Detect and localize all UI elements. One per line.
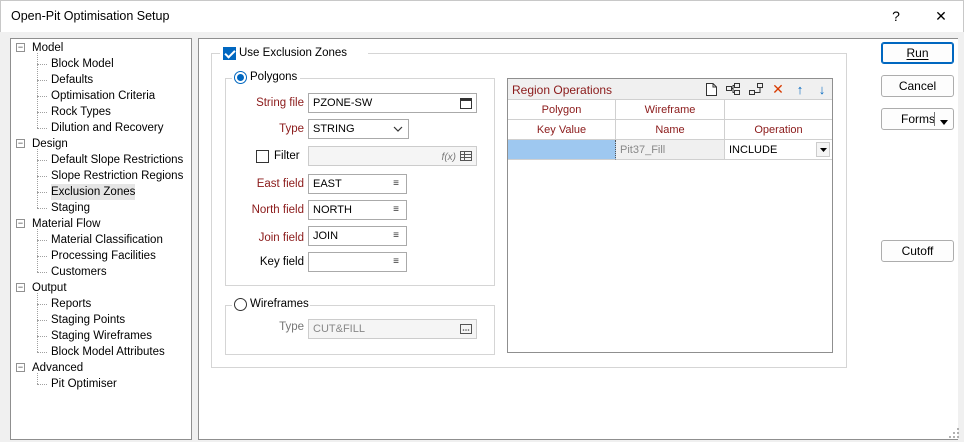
polygons-label: Polygons <box>250 71 298 83</box>
tree-item-label: Slope Restriction Regions <box>51 170 184 182</box>
key-field-label: Key field <box>259 256 304 268</box>
east-field-value: EAST <box>313 178 342 190</box>
collapse-group-icon[interactable]: − <box>16 43 25 52</box>
run-label: Run <box>906 46 929 60</box>
region-operations-title: Region Operations <box>512 83 613 97</box>
dropdown-arrow-icon[interactable] <box>816 142 830 157</box>
table-icon[interactable] <box>459 149 473 163</box>
filter-input[interactable]: f(x) <box>308 146 477 166</box>
type-label: Type <box>279 123 304 135</box>
cancel-label: Cancel <box>898 79 937 93</box>
cell-key-value[interactable] <box>508 140 616 160</box>
tree-item-label: Dilution and Recovery <box>51 122 164 134</box>
forms-dropdown-icon[interactable] <box>940 114 948 128</box>
type-value: STRING <box>313 123 355 135</box>
tree-item-label: Reports <box>51 298 92 310</box>
use-exclusion-zones-checkbox[interactable] <box>223 47 236 60</box>
tree-item-label: Staging Points <box>51 314 126 326</box>
move-up-icon[interactable]: ↑ <box>793 82 807 97</box>
tree-item-label: Customers <box>51 266 107 278</box>
tree-item-label: Processing Facilities <box>51 250 156 262</box>
join-field-label: Join field <box>258 232 304 244</box>
append-row-icon[interactable] <box>749 82 763 96</box>
header-polygon: Polygon <box>508 100 616 120</box>
filter-label: Filter <box>274 150 300 162</box>
cell-name[interactable]: Pit37_Fill <box>616 140 725 160</box>
tree-item-label: Optimisation Criteria <box>51 90 156 102</box>
wireframe-type-value: CUT&FILL <box>313 323 365 335</box>
tree-item-label: Block Model <box>51 58 114 70</box>
new-row-icon[interactable] <box>704 82 718 96</box>
tree-item-label: Material Classification <box>51 234 163 246</box>
cutoff-button[interactable]: Cutoff <box>881 240 954 262</box>
collapse-group-icon[interactable]: − <box>16 139 25 148</box>
ellipsis-icon[interactable] <box>459 322 473 336</box>
forms-button[interactable]: Forms <box>881 108 954 130</box>
navigation-tree: − Model Block Model Defaults Optimisation Cr… <box>10 38 192 440</box>
forms-label: Forms <box>901 112 935 126</box>
resize-grip-icon[interactable] <box>948 427 960 439</box>
header-wireframe: Wireframe <box>616 100 725 120</box>
tree-item-label: Default Slope Restrictions <box>51 154 184 166</box>
browse-file-icon[interactable] <box>459 96 473 110</box>
join-field-input[interactable]: JOIN ≡ <box>308 226 407 246</box>
chevron-down-icon <box>391 122 405 136</box>
window-title: Open-Pit Optimisation Setup <box>11 9 170 23</box>
use-exclusion-zones-label: Use Exclusion Zones <box>239 47 348 59</box>
north-field-input[interactable]: NORTH ≡ <box>308 200 407 220</box>
key-field-input[interactable]: ≡ <box>308 252 407 272</box>
east-field-label: East field <box>256 178 304 190</box>
collapse-group-icon[interactable]: − <box>16 283 25 292</box>
move-down-icon[interactable]: ↓ <box>815 82 829 97</box>
east-field-input[interactable]: EAST ≡ <box>308 174 407 194</box>
filter-checkbox[interactable] <box>256 150 269 163</box>
north-field-label: North field <box>251 204 304 216</box>
field-list-icon[interactable]: ≡ <box>389 255 403 269</box>
join-field-value: JOIN <box>313 230 339 242</box>
string-file-input[interactable]: PZONE-SW <box>308 93 477 113</box>
header-name: Name <box>616 120 725 140</box>
header-operation: Operation <box>725 120 832 140</box>
header-key-value: Key Value <box>508 120 616 140</box>
run-button[interactable]: Run <box>881 42 954 64</box>
title-bar: Open-Pit Optimisation Setup ? ✕ <box>0 0 964 32</box>
cutoff-label: Cutoff <box>901 244 934 258</box>
tree-item-label: Rock Types <box>51 106 111 118</box>
tree-group-label: Advanced <box>32 362 84 374</box>
tree-item-label: Staging <box>51 202 91 214</box>
string-file-label: String file <box>256 97 304 109</box>
header-blank <box>725 100 832 120</box>
help-button[interactable]: ? <box>873 1 919 31</box>
insert-row-icon[interactable] <box>726 82 740 96</box>
field-list-icon[interactable]: ≡ <box>389 177 403 191</box>
delete-row-icon[interactable]: ✕ <box>771 81 785 97</box>
tree-item-label: Block Model Attributes <box>51 346 165 358</box>
field-list-icon[interactable]: ≡ <box>389 203 403 217</box>
type-select[interactable]: STRING <box>308 119 409 139</box>
tree-item-label: Staging Wireframes <box>51 330 152 342</box>
string-file-value: PZONE-SW <box>313 97 373 109</box>
wireframe-type-input[interactable]: CUT&FILL <box>308 319 477 339</box>
collapse-group-icon[interactable]: − <box>16 363 25 372</box>
tree-item-label: Defaults <box>51 74 94 86</box>
wireframes-label: Wireframes <box>250 298 309 310</box>
cell-operation[interactable]: INCLUDE <box>725 140 832 160</box>
tree-item-label: Exclusion Zones <box>51 184 136 200</box>
cancel-button[interactable]: Cancel <box>881 75 954 97</box>
region-operations-grid: Region Operations ✕ ↑ ↓ Polygon Wirefram… <box>507 78 833 353</box>
wireframes-radio[interactable] <box>234 298 247 311</box>
polygons-radio[interactable] <box>234 71 247 84</box>
operation-value: INCLUDE <box>729 143 778 156</box>
grid-toolbar: Region Operations ✕ ↑ ↓ <box>508 79 832 100</box>
field-list-icon[interactable]: ≡ <box>389 229 403 243</box>
function-icon[interactable]: f(x) <box>442 149 456 167</box>
north-field-value: NORTH <box>313 204 352 216</box>
tree-item-label: Pit Optimiser <box>51 378 117 390</box>
collapse-group-icon[interactable]: − <box>16 219 25 228</box>
wireframe-type-label: Type <box>279 321 304 333</box>
close-icon[interactable]: ✕ <box>918 1 964 31</box>
tree-group-label: Material Flow <box>32 218 101 230</box>
